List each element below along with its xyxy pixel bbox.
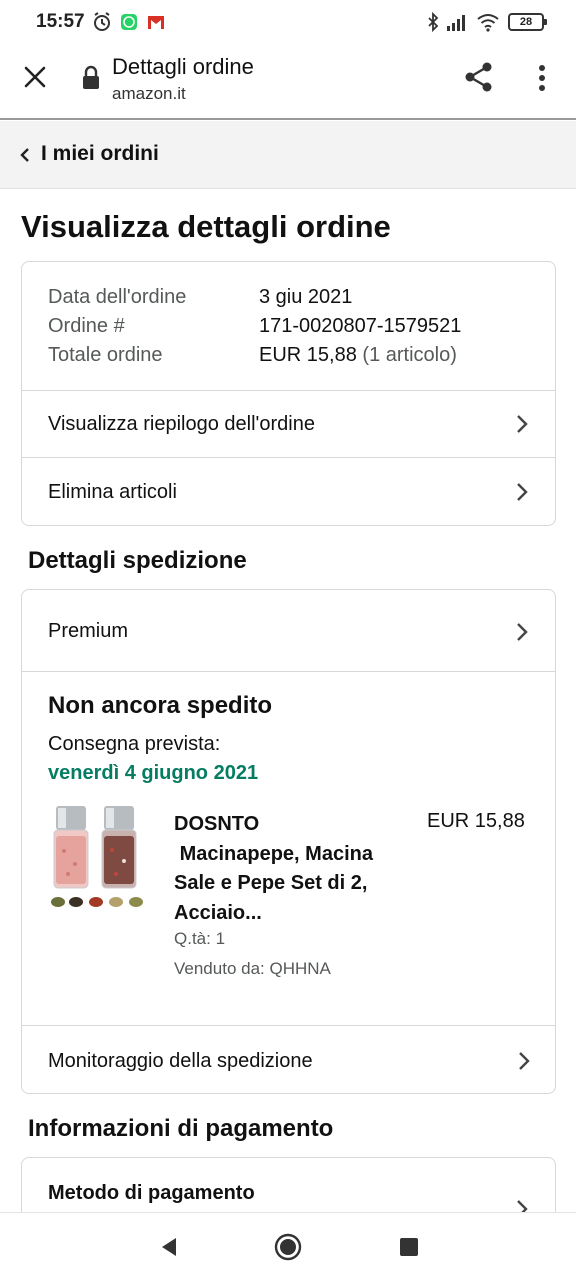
delivery-date: venerdì 4 giugno 2021 — [48, 762, 259, 784]
nav-home-icon[interactable] — [274, 1233, 302, 1261]
status-time: 15:57 — [36, 11, 85, 32]
status-bar: 15:57 28 — [0, 0, 576, 44]
shipment-status: Non ancora spedito — [48, 692, 273, 719]
bluetooth-icon — [428, 11, 439, 33]
product-seller: Venduto da: QHHNA — [174, 959, 331, 978]
order-number-label: Ordine # — [48, 315, 125, 337]
product-price: EUR 15,88 — [427, 810, 525, 832]
product-image[interactable] — [50, 806, 150, 912]
chevron-right-icon — [517, 623, 528, 641]
shipping-card: Premium Non ancora spedito Consegna prev… — [21, 589, 556, 1094]
browser-url[interactable]: amazon.it — [112, 84, 186, 104]
order-total-label: Totale ordine — [48, 344, 163, 366]
whatsapp-icon — [121, 14, 137, 30]
order-total-amount: EUR 15,88 — [259, 344, 357, 366]
browser-toolbar: Dettagli ordine amazon.it — [0, 44, 576, 120]
delivery-label: Consegna prevista: — [48, 733, 221, 755]
view-order-summary-row[interactable]: Visualizza riepilogo dell'ordine — [22, 391, 555, 457]
lock-icon — [83, 65, 99, 89]
chevron-left-icon — [20, 148, 29, 162]
shipping-method-row[interactable]: Premium — [22, 590, 555, 671]
order-number-value: 171-0020807-1579521 — [259, 315, 462, 337]
page-title: Visualizza dettagli ordine — [21, 209, 391, 244]
alarm-icon — [94, 12, 110, 31]
shipping-section-title: Dettagli spedizione — [28, 547, 247, 574]
share-icon[interactable] — [462, 60, 496, 94]
more-options-icon[interactable] — [530, 62, 554, 94]
close-icon[interactable] — [20, 62, 50, 92]
nav-recents-icon[interactable] — [400, 1238, 418, 1256]
system-navigation-bar — [0, 1212, 576, 1280]
battery-indicator: 28 — [508, 13, 547, 31]
chevron-right-icon — [517, 483, 528, 501]
gmail-icon — [148, 16, 164, 29]
delete-items-row[interactable]: Elimina articoli — [22, 458, 555, 526]
order-date-value: 3 giu 2021 — [259, 286, 353, 308]
shipping-method-label: Premium — [48, 620, 129, 642]
order-date-label: Data dell'ordine — [48, 286, 187, 308]
back-label: I miei ordini — [41, 142, 159, 165]
wifi-icon — [477, 14, 499, 32]
view-order-summary-label: Visualizza riepilogo dell'ordine — [48, 413, 315, 435]
divider — [22, 671, 555, 672]
nav-back-icon[interactable] — [158, 1236, 180, 1258]
order-summary-card: Data dell'ordine 3 giu 2021 Ordine # 171… — [21, 261, 556, 526]
delete-items-label: Elimina articoli — [48, 481, 177, 503]
chevron-right-icon — [517, 415, 528, 433]
product-quantity: Q.tà: 1 — [174, 929, 226, 948]
browser-page-title: Dettagli ordine — [112, 54, 254, 79]
product-title-link[interactable]: DOSNTO Macinapepe, Macina Sale e Pepe Se… — [174, 810, 414, 928]
payment-section-title: Informazioni di pagamento — [28, 1115, 334, 1142]
signal-icon — [447, 15, 465, 31]
track-shipment-row[interactable]: Monitoraggio della spedizione — [22, 1026, 555, 1094]
back-to-orders-link[interactable]: I miei ordini — [0, 121, 576, 189]
chevron-right-icon — [519, 1052, 530, 1070]
payment-method-label: Metodo di pagamento — [48, 1182, 255, 1204]
track-shipment-label: Monitoraggio della spedizione — [48, 1050, 313, 1072]
order-total-value: EUR 15,88 (1 articolo) — [259, 344, 457, 367]
order-total-items: (1 articolo) — [362, 344, 457, 366]
